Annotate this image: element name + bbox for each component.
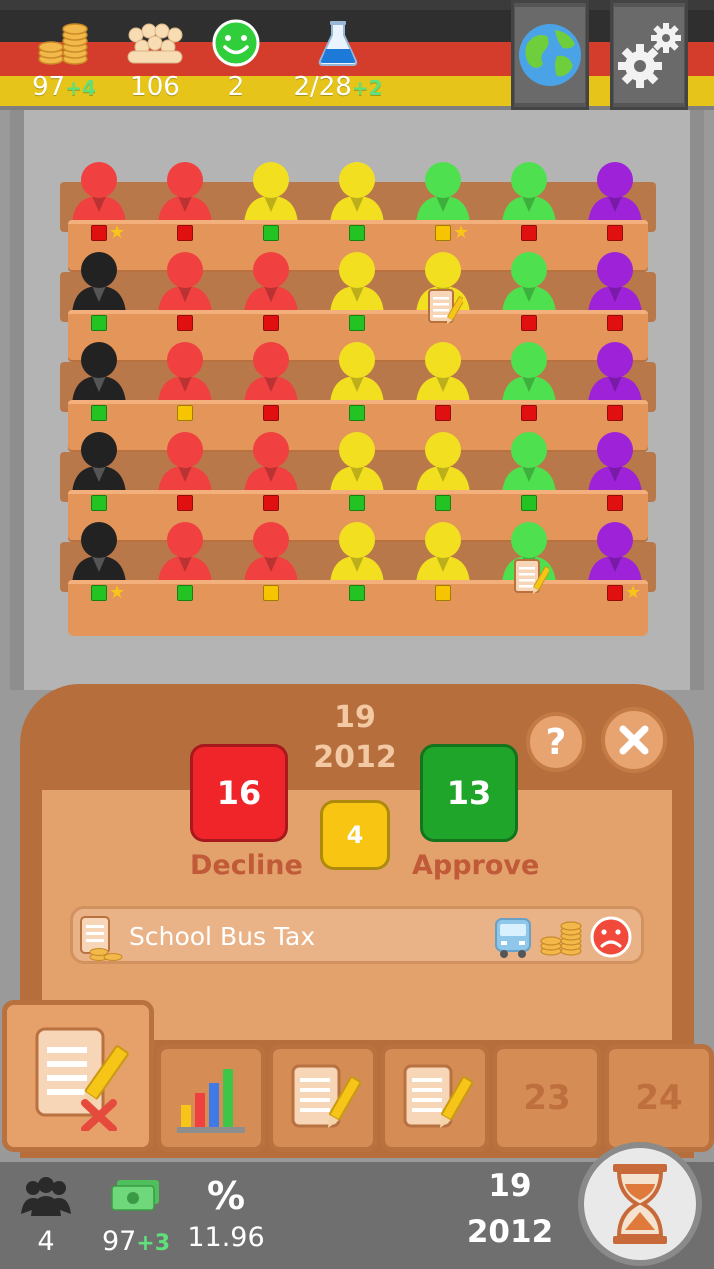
tab-day-23[interactable]: 23 bbox=[492, 1044, 602, 1152]
bus-icon bbox=[495, 918, 531, 958]
vote-indicator bbox=[521, 225, 537, 241]
document-pencil-icon bbox=[403, 1064, 474, 1128]
vote-indicator bbox=[521, 405, 537, 421]
cash-icon bbox=[111, 1180, 159, 1211]
top-resource-bar: 97+4 106 2 2/28+2 bbox=[0, 0, 714, 110]
voters-value: 4 bbox=[37, 1226, 55, 1257]
law-name: School Bus Tax bbox=[129, 922, 316, 951]
end-turn-button[interactable] bbox=[578, 1142, 702, 1266]
vote-indicator bbox=[91, 405, 107, 421]
research-value: 2/28 bbox=[293, 72, 352, 102]
law-item[interactable]: School Bus Tax bbox=[70, 906, 644, 964]
close-button[interactable] bbox=[601, 707, 667, 773]
vote-indicator bbox=[91, 225, 107, 241]
document-pencil-x-icon bbox=[35, 1027, 129, 1131]
vote-date-year: 2012 bbox=[313, 740, 397, 775]
tab-rejected-law[interactable] bbox=[2, 1000, 154, 1152]
vote-indicator bbox=[607, 315, 623, 331]
decline-label: Decline bbox=[190, 850, 303, 881]
vote-indicator bbox=[607, 585, 623, 601]
vote-indicator bbox=[263, 405, 279, 421]
vote-indicator bbox=[263, 225, 279, 241]
vote-indicator bbox=[349, 495, 365, 511]
vote-indicator bbox=[263, 315, 279, 331]
tab-day-label: 23 bbox=[523, 1078, 571, 1118]
vote-indicator bbox=[607, 225, 623, 241]
vote-indicator bbox=[91, 315, 107, 331]
vote-indicator bbox=[177, 495, 193, 511]
vote-indicator bbox=[607, 405, 623, 421]
abstain-count-box: 4 bbox=[320, 800, 390, 870]
current-date-day: 19 bbox=[488, 1168, 532, 1204]
coins-icon bbox=[540, 921, 582, 956]
vote-indicator bbox=[263, 585, 279, 601]
vote-indicator bbox=[177, 315, 193, 331]
current-date-year: 2012 bbox=[466, 1214, 554, 1250]
globe-icon bbox=[519, 24, 581, 86]
document-pencil-icon bbox=[291, 1064, 362, 1128]
question-icon: ? bbox=[545, 721, 567, 763]
vote-indicator bbox=[349, 405, 365, 421]
money-delta: +4 bbox=[65, 76, 96, 100]
tab-day-24[interactable]: 24 bbox=[604, 1044, 714, 1152]
vote-indicator bbox=[263, 495, 279, 511]
gear-icon bbox=[618, 23, 681, 88]
voters-stat: 4 bbox=[0, 1176, 96, 1257]
help-button[interactable]: ? bbox=[526, 712, 586, 772]
settings-button[interactable] bbox=[610, 0, 688, 110]
tab-law-2[interactable] bbox=[380, 1044, 490, 1152]
tax-rate-value: 11.96 bbox=[187, 1222, 265, 1253]
vote-indicator bbox=[349, 225, 365, 241]
vote-indicator bbox=[91, 585, 107, 601]
document-pencil-icon bbox=[428, 289, 463, 324]
people-icon bbox=[21, 1177, 71, 1216]
vote-indicator bbox=[607, 495, 623, 511]
vote-indicator bbox=[435, 585, 451, 601]
star-icon: ★ bbox=[625, 582, 642, 603]
research-stat: 2/28+2 bbox=[278, 18, 398, 102]
hourglass-icon bbox=[613, 1164, 667, 1244]
research-delta: +2 bbox=[351, 76, 383, 100]
star-icon: ★ bbox=[109, 222, 126, 243]
vote-indicator bbox=[435, 495, 451, 511]
star-icon: ★ bbox=[453, 222, 470, 243]
law-document-icon bbox=[80, 916, 123, 961]
budget-delta: +3 bbox=[136, 1231, 171, 1256]
approve-label: Approve bbox=[412, 850, 540, 881]
vote-indicator bbox=[91, 495, 107, 511]
vote-indicator bbox=[435, 405, 451, 421]
vote-indicator bbox=[349, 315, 365, 331]
tab-law-1[interactable] bbox=[268, 1044, 378, 1152]
star-icon: ★ bbox=[109, 582, 126, 603]
document-pencil-icon bbox=[514, 559, 549, 594]
sad-face-icon bbox=[590, 916, 632, 958]
vote-indicator bbox=[521, 495, 537, 511]
bench-base bbox=[68, 606, 648, 636]
budget-value: 97 bbox=[101, 1226, 137, 1257]
money-value: 97 bbox=[32, 72, 66, 102]
tax-rate-stat: % 11.96 bbox=[176, 1176, 276, 1253]
percent-icon: % bbox=[206, 1174, 246, 1218]
vote-date-day: 19 bbox=[334, 700, 376, 735]
vote-indicator bbox=[435, 225, 451, 241]
decline-count-box: 16 bbox=[190, 744, 288, 842]
budget-stat: 97+3 bbox=[86, 1176, 186, 1257]
world-button[interactable] bbox=[511, 0, 589, 110]
approve-count-box: 13 bbox=[420, 744, 518, 842]
vote-indicator bbox=[177, 225, 193, 241]
tab-day-label: 24 bbox=[635, 1078, 683, 1118]
close-icon bbox=[619, 725, 649, 755]
vote-indicator bbox=[349, 585, 365, 601]
bar-chart-icon bbox=[177, 1069, 245, 1133]
vote-indicator bbox=[177, 405, 193, 421]
vote-indicator bbox=[177, 585, 193, 601]
vote-indicator bbox=[521, 315, 537, 331]
flask-icon bbox=[278, 18, 398, 68]
tab-statistics[interactable] bbox=[156, 1044, 266, 1152]
